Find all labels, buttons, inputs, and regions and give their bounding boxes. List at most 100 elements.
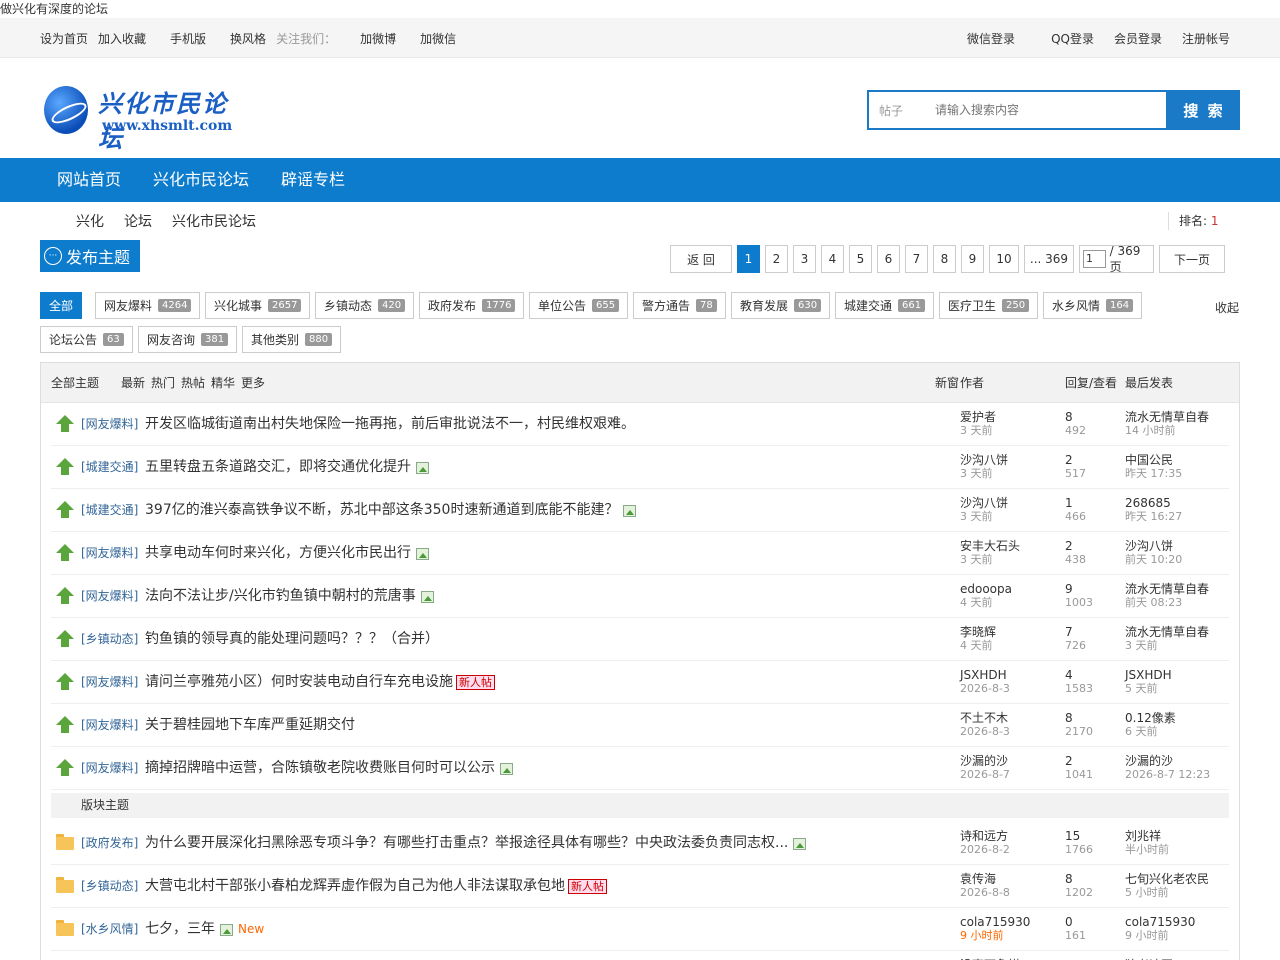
thread-category[interactable]: [网友爆料]	[81, 704, 138, 747]
page-6[interactable]: 6	[877, 245, 900, 273]
thread-row[interactable]: [网友爆料] 法向不法让步/兴化市钓鱼镇中朝村的荒唐事 edooopa 4 天前 9 10…	[51, 575, 1229, 618]
page-9[interactable]: 9	[961, 245, 984, 273]
thread-author[interactable]: 李晓辉	[960, 625, 996, 639]
page-3[interactable]: 3	[793, 245, 816, 273]
last-post-user[interactable]: JSXHDH	[1125, 668, 1172, 682]
thread-title[interactable]: 请问兰亭雅苑小区）何时安装电动自行车充电设施	[145, 661, 453, 704]
filter-digest[interactable]: 精华	[211, 363, 235, 403]
page-5[interactable]: 5	[849, 245, 872, 273]
thread-category[interactable]: [网友爆料]	[81, 661, 138, 704]
thread-author[interactable]: 袁传海	[960, 872, 1010, 886]
category-item[interactable]: 网友爆料 4264	[95, 292, 201, 319]
last-post-time[interactable]: 2026-8-7 12:23	[1125, 768, 1210, 782]
thread-category[interactable]: [水乡风情]	[81, 908, 138, 951]
page-4[interactable]: 4	[821, 245, 844, 273]
thread-title[interactable]: 397亿的淮兴泰高铁争议不断，苏北中部这条350时速新通道到底能不能建？	[145, 489, 618, 532]
thread-title[interactable]: 关于碧桂园地下车库严重延期交付	[145, 704, 355, 747]
thread-title[interactable]: 大营屯北村干部张小春柏龙辉弄虚作假为自己为他人非法谋取承包地	[145, 865, 565, 908]
category-item[interactable]: 单位公告 655	[529, 292, 629, 319]
thread-author[interactable]: 沙漏的沙	[960, 754, 1010, 768]
thread-author[interactable]: cola715930	[960, 915, 1030, 929]
thread-row[interactable]: [城建交通] 397亿的淮兴泰高铁争议不断，苏北中部这条350时速新通道到底能不能…	[51, 489, 1229, 532]
last-post-user[interactable]: 流水无情草自春	[1125, 625, 1209, 639]
member-login-link[interactable]: 会员登录	[1114, 30, 1162, 47]
filter-more[interactable]: 更多	[241, 363, 265, 403]
category-item[interactable]: 其他类别 880	[242, 326, 342, 353]
new-window-toggle[interactable]: 新窗	[935, 363, 959, 403]
wechat-link[interactable]: 加微信	[420, 30, 456, 47]
collapse-link[interactable]: 收起	[1215, 299, 1239, 316]
thread-author[interactable]: edooopa	[960, 582, 1012, 596]
page-last[interactable]: ... 369	[1024, 245, 1074, 273]
thread-row[interactable]: [网友爆料] 共享电动车何时来兴化，方便兴化市民出行 安丰大石头 3 天前 2 438 沙沟…	[51, 532, 1229, 575]
theme-link[interactable]: 换风格	[230, 30, 266, 47]
thread-category[interactable]: [网友爆料]	[81, 403, 138, 446]
last-post-time[interactable]: 昨天 16:27	[1125, 510, 1182, 524]
thread-row[interactable]: [城建交通] 五里转盘五条道路交汇，即将交通优化提升 沙沟八饼 3 天前 2 517 中国公…	[51, 446, 1229, 489]
thread-title[interactable]: 为什么要开展深化扫黑除恶专项斗争？有哪些打击重点？举报途径具体有哪些？中央政法委…	[145, 822, 788, 865]
last-post-user[interactable]: cola715930	[1125, 915, 1195, 929]
category-item[interactable]: 论坛公告 63	[40, 326, 133, 353]
search-type-select[interactable]: 帖子	[869, 102, 927, 119]
thread-author[interactable]: 诗和远方	[960, 829, 1010, 843]
category-item[interactable]: 教育发展 630	[731, 292, 831, 319]
thread-category[interactable]: [政府发布]	[81, 822, 138, 865]
weibo-link[interactable]: 加微博	[360, 30, 396, 47]
mobile-link[interactable]: 手机版	[170, 30, 206, 47]
site-logo[interactable]: 兴化市民论坛 www.xhsmlt.com	[44, 84, 244, 153]
thread-row[interactable]: [政府发布] 为什么要开展深化扫黑除恶专项斗争？有哪些打击重点？举报途径具体有哪些…	[51, 822, 1229, 865]
category-item[interactable]: 乡镇动态 420	[315, 292, 415, 319]
last-post-time[interactable]: 昨天 17:35	[1125, 467, 1182, 481]
thread-category[interactable]: [乡镇动态]	[81, 865, 138, 908]
back-button[interactable]: 返 回	[670, 245, 732, 273]
set-home-link[interactable]: 设为首页	[40, 30, 88, 47]
category-item[interactable]: 政府发布 1776	[419, 292, 525, 319]
thread-row[interactable]: 没事下象棋1独孝读网	[51, 951, 1229, 960]
page-10[interactable]: 10	[989, 245, 1019, 273]
filter-latest[interactable]: 最新	[121, 363, 145, 403]
thread-title[interactable]: 共享电动车何时来兴化，方便兴化市民出行	[145, 532, 411, 575]
add-favorite-link[interactable]: 加入收藏	[98, 30, 146, 47]
thread-category[interactable]: [网友爆料]	[81, 532, 138, 575]
search-input[interactable]	[927, 95, 1166, 125]
thread-row[interactable]: [网友爆料] 开发区临城街道南出村失地保险一拖再拖，前后审批说法不一，村民维权艰难…	[51, 403, 1229, 446]
thread-title[interactable]: 摘掉招牌暗中运营，合陈镇敬老院收费账目何时可以公示	[145, 747, 495, 790]
last-post-user[interactable]: 刘兆祥	[1125, 829, 1169, 843]
last-post-time[interactable]: 5 小时前	[1125, 886, 1209, 900]
last-post-user[interactable]: 0.12像素	[1125, 711, 1176, 725]
thread-author[interactable]: 爱护者	[960, 410, 996, 424]
wechat-login-link[interactable]: 微信登录	[967, 30, 1015, 47]
thread-row[interactable]: [网友爆料] 关于碧桂园地下车库严重延期交付 不土不木 2026-8-3 8 2170 0.…	[51, 704, 1229, 747]
last-post-time[interactable]: 9 小时前	[1125, 929, 1195, 943]
page-2[interactable]: 2	[765, 245, 788, 273]
category-item[interactable]: 城建交通 661	[835, 292, 935, 319]
thread-row[interactable]: [乡镇动态] 大营屯北村干部张小春柏龙辉弄虚作假为自己为他人非法谋取承包地 新人帖 袁…	[51, 865, 1229, 908]
nav-home[interactable]: 网站首页	[57, 158, 121, 202]
thread-author[interactable]: 沙沟八饼	[960, 453, 1008, 467]
page-1[interactable]: 1	[737, 245, 760, 273]
filter-all[interactable]: 全部主题	[51, 363, 99, 403]
last-post-time[interactable]: 6 天前	[1125, 725, 1176, 739]
nav-forum[interactable]: 兴化市民论坛	[153, 158, 249, 202]
last-post-time[interactable]: 5 天前	[1125, 682, 1172, 696]
last-post-time[interactable]: 前天 08:23	[1125, 596, 1209, 610]
breadcrumb-forum[interactable]: 论坛	[124, 211, 152, 231]
thread-author[interactable]: 沙沟八饼	[960, 496, 1008, 510]
thread-title[interactable]: 开发区临城街道南出村失地保险一拖再拖，前后审批说法不一，村民维权艰难。	[145, 403, 635, 446]
last-post-user[interactable]: 沙漏的沙	[1125, 754, 1210, 768]
thread-row[interactable]: [网友爆料] 摘掉招牌暗中运营，合陈镇敬老院收费账目何时可以公示 沙漏的沙 2026-…	[51, 747, 1229, 790]
thread-category[interactable]: [乡镇动态]	[81, 618, 138, 661]
nav-rumor[interactable]: 辟谣专栏	[281, 158, 345, 202]
thread-author[interactable]: 安丰大石头	[960, 539, 1020, 553]
last-post-time[interactable]: 14 小时前	[1125, 424, 1209, 438]
filter-hot-posts[interactable]: 热帖	[181, 363, 205, 403]
category-item[interactable]: 兴化城事 2657	[205, 292, 311, 319]
thread-title[interactable]: 七夕，三年	[145, 908, 215, 951]
category-item[interactable]: 警方通告 78	[633, 292, 726, 319]
page-jump-input[interactable]: 1	[1083, 250, 1106, 268]
category-item[interactable]: 医疗卫生 250	[939, 292, 1039, 319]
thread-row[interactable]: [水乡风情] 七夕，三年 New cola715930 9 小时前 0 161 cola715…	[51, 908, 1229, 951]
last-post-time[interactable]: 前天 10:20	[1125, 553, 1182, 567]
category-item[interactable]: 水乡风情 164	[1043, 292, 1143, 319]
thread-title[interactable]: 五里转盘五条道路交汇，即将交通优化提升	[145, 446, 411, 489]
